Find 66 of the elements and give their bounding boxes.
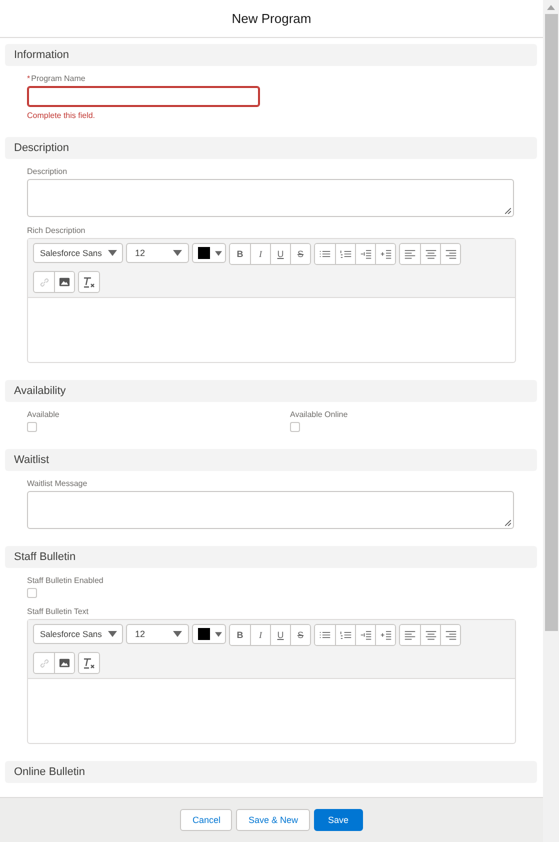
caret-icon bbox=[108, 250, 117, 256]
align-right-button[interactable] bbox=[440, 244, 460, 264]
caret-icon bbox=[215, 250, 222, 256]
image-button[interactable] bbox=[54, 653, 74, 673]
field-label: Rich Description bbox=[27, 226, 86, 235]
color-picker[interactable] bbox=[192, 624, 226, 644]
field-label: Description bbox=[27, 167, 68, 176]
indent-button[interactable] bbox=[375, 625, 395, 645]
field-label: Staff Bulletin Text bbox=[27, 607, 89, 616]
checkbox[interactable] bbox=[27, 588, 37, 598]
outdent-icon bbox=[360, 248, 372, 260]
color-swatch bbox=[198, 247, 210, 259]
scrollbar[interactable] bbox=[543, 0, 559, 842]
align-center-icon bbox=[424, 248, 436, 260]
field-label: Waitlist Message bbox=[27, 479, 88, 488]
indent-button[interactable] bbox=[375, 244, 395, 264]
field-label: Staff Bulletin Enabled bbox=[27, 576, 104, 585]
resize-icon[interactable] bbox=[505, 520, 511, 526]
input-field[interactable] bbox=[27, 86, 260, 107]
section-header[interactable]: Description bbox=[5, 137, 537, 159]
image-button[interactable] bbox=[54, 272, 74, 292]
clear-format-icon bbox=[83, 657, 95, 669]
footer-button[interactable]: Save & New bbox=[236, 809, 310, 831]
color-swatch bbox=[198, 628, 210, 640]
image-icon bbox=[59, 277, 70, 287]
numbers-icon bbox=[340, 629, 352, 641]
footer-button[interactable]: Cancel bbox=[180, 809, 232, 831]
font-select[interactable]: Salesforce Sans bbox=[33, 624, 123, 644]
align-right-icon bbox=[444, 248, 456, 260]
color-picker[interactable] bbox=[192, 243, 226, 263]
section-header[interactable]: Availability bbox=[5, 380, 537, 402]
align-right-button[interactable] bbox=[440, 625, 460, 645]
numbers-icon bbox=[340, 248, 352, 260]
indent-icon bbox=[380, 248, 392, 260]
field-label: Available Online bbox=[290, 410, 348, 419]
size-select[interactable]: 12 bbox=[126, 624, 189, 644]
caret-icon bbox=[173, 250, 182, 256]
field-label: *Program Name bbox=[27, 74, 86, 83]
caret-icon bbox=[173, 631, 182, 637]
caret-icon bbox=[215, 632, 222, 636]
outdent-icon bbox=[360, 629, 372, 641]
field-label: Available bbox=[27, 410, 60, 419]
save-button[interactable]: Save bbox=[314, 809, 363, 831]
align-center-icon bbox=[424, 629, 436, 641]
align-right-icon bbox=[444, 629, 456, 641]
section-header[interactable]: Waitlist bbox=[5, 449, 537, 471]
font-select[interactable]: Salesforce Sans bbox=[33, 243, 123, 263]
section-header[interactable]: Information bbox=[5, 44, 537, 66]
caret-icon bbox=[108, 631, 117, 637]
checkbox[interactable] bbox=[27, 422, 37, 432]
strike-button[interactable]: S bbox=[290, 625, 310, 645]
align-left-icon bbox=[404, 629, 416, 641]
strike-button[interactable]: S bbox=[290, 244, 310, 264]
section-header[interactable]: Online Bulletin bbox=[5, 761, 537, 783]
link-icon bbox=[38, 276, 50, 288]
link-icon bbox=[38, 658, 50, 668]
align-left-icon bbox=[404, 248, 416, 260]
modal-title: New Program bbox=[232, 11, 312, 26]
size-select[interactable]: 12 bbox=[126, 243, 189, 263]
image-icon bbox=[59, 658, 70, 668]
resize-icon[interactable] bbox=[505, 208, 511, 214]
indent-icon bbox=[380, 629, 392, 641]
clear-format-icon bbox=[83, 276, 95, 288]
error-message: Complete this field. bbox=[27, 111, 96, 120]
section-header[interactable]: Staff Bulletin bbox=[5, 546, 537, 568]
checkbox[interactable] bbox=[290, 422, 300, 432]
